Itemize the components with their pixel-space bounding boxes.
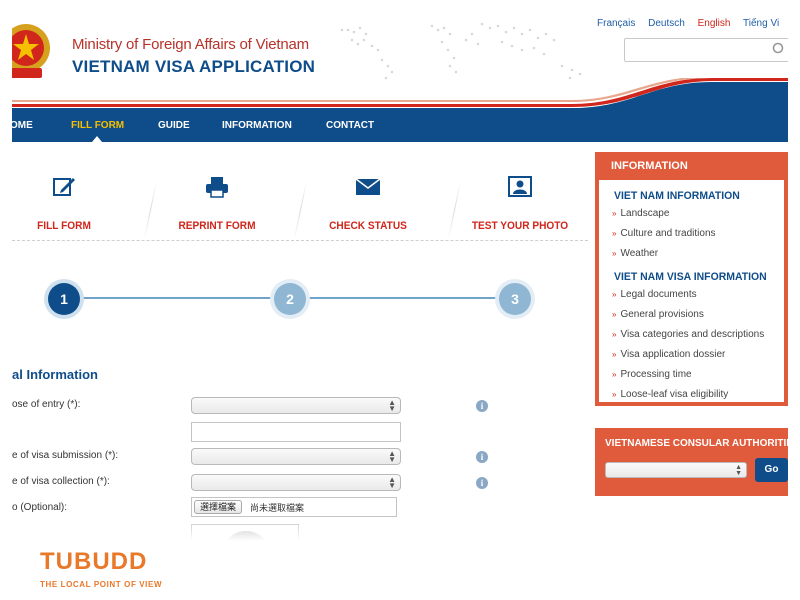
- language-link-english[interactable]: English: [698, 18, 731, 29]
- ministry-name: Ministry of Foreign Affairs of Vietnam: [72, 36, 309, 53]
- printer-icon: [206, 177, 228, 198]
- sidebar-link-processing-time[interactable]: » Processing time: [612, 369, 692, 380]
- action-check-status[interactable]: CHECK STATUS: [308, 142, 428, 242]
- action-label: TEST YOUR PHOTO: [471, 220, 569, 232]
- action-test-your-photo[interactable]: TEST YOUR PHOTO: [460, 142, 580, 242]
- action-fill-form[interactable]: FILL FORM: [12, 142, 124, 242]
- nav-information[interactable]: INFORMATION: [222, 110, 292, 142]
- progress-step-2: 2: [274, 283, 306, 315]
- go-button[interactable]: Go: [755, 458, 788, 482]
- sidebar-link-loose-leaf-visa[interactable]: » Loose-leaf visa eligibility: [612, 389, 728, 400]
- section-separator: [12, 240, 588, 241]
- choose-file-button[interactable]: 選擇檔案: [194, 500, 243, 514]
- consular-authorities-panel: VIETNAMESE CONSULAR AUTHORITIES ▲ ▼ Go: [595, 428, 788, 496]
- search-input[interactable]: [624, 38, 788, 62]
- envelope-icon: [355, 178, 381, 195]
- action-label: REPRINT FORM: [178, 220, 256, 232]
- field-label-place-of-visa-collection: e of visa collection (*):: [12, 476, 110, 487]
- field-label-purpose-of-entry: ose of entry (*):: [12, 399, 81, 410]
- sidebar-link-general-provisions[interactable]: » General provisions: [612, 309, 704, 320]
- select-arrows-icon: ▲ ▼: [388, 475, 396, 490]
- action-toolbar: FILL FORM REPRINT FORM CHECK STATUS TEST…: [12, 142, 588, 242]
- info-icon[interactable]: i: [476, 451, 488, 463]
- search-icon[interactable]: [772, 41, 786, 57]
- watermark-logo: TUBUDD: [40, 548, 148, 575]
- info-icon[interactable]: i: [476, 400, 488, 412]
- language-link-vietnamese[interactable]: Tiếng Vi: [743, 18, 779, 29]
- select-arrows-icon: ▲ ▼: [388, 449, 396, 464]
- sidebar-link-culture[interactable]: » Culture and traditions: [612, 228, 716, 239]
- sidebar-link-legal-documents[interactable]: » Legal documents: [612, 289, 697, 300]
- nav-contact[interactable]: CONTACT: [326, 110, 374, 142]
- field-label-photo: o (Optional):: [12, 502, 68, 513]
- language-link-french[interactable]: Français: [597, 18, 635, 29]
- screenshot-bottom-fade: [12, 518, 788, 540]
- action-label: FILL FORM: [37, 220, 91, 232]
- photo-portrait-icon: [508, 176, 532, 197]
- sidebar-heading-visa-information: VIET NAM VISA INFORMATION: [614, 271, 767, 283]
- no-file-chosen-text: 尚未選取檔案: [250, 503, 305, 513]
- select-arrows-icon: ▲ ▼: [735, 464, 742, 477]
- sidebar-link-landscape[interactable]: » Landscape: [612, 208, 669, 219]
- sidebar-link-visa-dossier[interactable]: » Visa application dossier: [612, 349, 725, 360]
- sidebar-link-weather[interactable]: » Weather: [612, 248, 658, 259]
- action-reprint-form[interactable]: REPRINT FORM: [157, 142, 277, 242]
- form-section-title: al Information: [12, 367, 98, 382]
- information-panel-title: INFORMATION: [595, 152, 788, 180]
- sidebar-heading-vietnam-information: VIET NAM INFORMATION: [614, 190, 740, 202]
- purpose-detail-input[interactable]: [191, 422, 401, 442]
- select-arrows-icon: ▲ ▼: [388, 398, 396, 413]
- progress-step-3: 3: [499, 283, 531, 315]
- place-of-visa-submission-select[interactable]: ▲ ▼: [191, 448, 401, 465]
- language-switcher: Français Deutsch English Tiếng Vi: [597, 18, 788, 29]
- purpose-of-entry-select[interactable]: ▲ ▼: [191, 397, 401, 414]
- national-emblem-logo: [12, 24, 50, 78]
- consular-authority-select[interactable]: ▲ ▼: [605, 462, 747, 478]
- language-link-german[interactable]: Deutsch: [648, 18, 685, 29]
- nav-guide[interactable]: GUIDE: [158, 110, 190, 142]
- field-label-place-of-visa-submission: e of visa submission (*):: [12, 450, 119, 461]
- site-title: VIETNAM VISA APPLICATION: [72, 57, 316, 76]
- browser-viewport: Ministry of Foreign Affairs of Vietnam V…: [12, 0, 788, 540]
- progress-step-1: 1: [48, 283, 80, 315]
- edit-icon: [53, 178, 75, 196]
- main-navigation: OME FILL FORM GUIDE INFORMATION CONTACT: [12, 110, 788, 142]
- photo-file-input[interactable]: 選擇檔案 尚未選取檔案: [191, 497, 397, 517]
- place-of-visa-collection-select[interactable]: ▲ ▼: [191, 474, 401, 491]
- action-label: CHECK STATUS: [329, 220, 407, 232]
- nav-home[interactable]: OME: [12, 110, 33, 142]
- info-icon[interactable]: i: [476, 477, 488, 489]
- consular-authorities-title: VIETNAMESE CONSULAR AUTHORITIES: [605, 438, 788, 449]
- watermark-tagline: THE LOCAL POINT OF VIEW: [40, 580, 163, 589]
- sidebar-link-visa-categories[interactable]: » Visa categories and descriptions: [612, 329, 764, 340]
- site-header: Ministry of Foreign Affairs of Vietnam V…: [12, 0, 788, 110]
- header-swoosh-decoration: [12, 78, 788, 110]
